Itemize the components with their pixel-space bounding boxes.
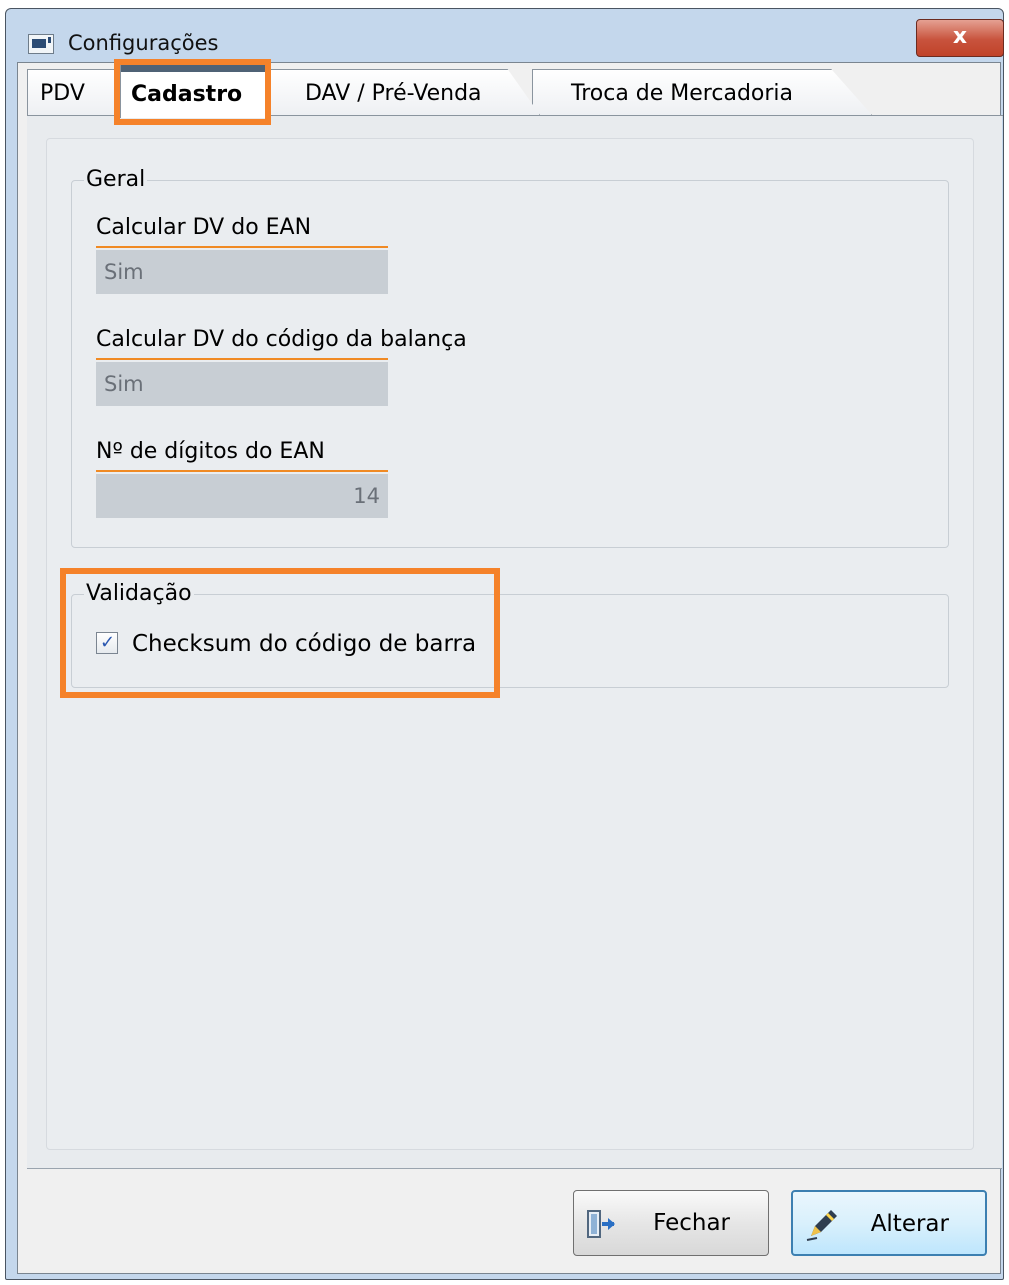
field-underline: [96, 470, 388, 472]
field-underline: [96, 358, 388, 360]
group-geral-legend: Geral: [84, 166, 148, 194]
pencil-icon: [806, 1210, 837, 1241]
fechar-button-label: Fechar: [653, 1210, 730, 1236]
calcular-dv-ean-field[interactable]: Sim: [96, 250, 388, 294]
app-window-icon: [28, 34, 54, 54]
highlight-validacao: [60, 568, 500, 698]
calcular-dv-ean-label: Calcular DV do EAN: [96, 215, 312, 240]
fechar-button[interactable]: Fechar: [573, 1190, 769, 1256]
digitos-ean-field[interactable]: 14: [96, 474, 388, 518]
alterar-button-label: Alterar: [870, 1211, 949, 1237]
calcular-dv-balanca-label: Calcular DV do código da balança: [96, 327, 467, 352]
bottom-separator: [27, 1168, 1002, 1169]
alterar-button[interactable]: Alterar: [791, 1190, 987, 1256]
digitos-ean-label: Nº de dígitos do EAN: [96, 439, 325, 464]
window-title: Configurações: [68, 31, 219, 55]
tab-troca-de-mercadoria[interactable]: Troca de Mercadoria: [532, 69, 872, 115]
tab-pdv[interactable]: PDV: [27, 69, 119, 115]
field-underline: [96, 246, 388, 248]
highlight-cadastro-tab: [114, 59, 271, 125]
exit-door-icon: [587, 1210, 615, 1238]
tab-dav-pre-venda[interactable]: DAV / Pré-Venda: [270, 69, 540, 115]
calcular-dv-balanca-field[interactable]: Sim: [96, 362, 388, 406]
close-window-button[interactable]: x: [916, 19, 1004, 57]
